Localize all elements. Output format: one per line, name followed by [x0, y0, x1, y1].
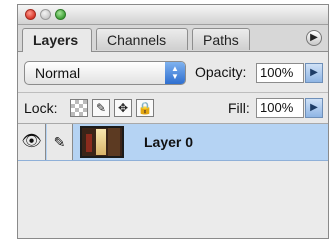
fill-stepper-button[interactable]: ▶	[305, 98, 323, 118]
opacity-input[interactable]: 100%	[256, 63, 304, 83]
tab-layers[interactable]: Layers	[22, 28, 92, 52]
fill-label: Fill:	[228, 100, 250, 116]
lock-label: Lock:	[24, 100, 58, 116]
up-down-chevrons-icon: ▲ ▼	[165, 62, 185, 84]
thumbnail-detail-red	[86, 134, 92, 152]
tab-strip: Layers Channels Paths ▶	[18, 25, 328, 52]
lock-transparency-icon[interactable]	[70, 99, 88, 117]
close-window-button[interactable]	[25, 9, 36, 20]
opacity-stepper-button[interactable]: ▶	[305, 63, 323, 83]
opacity-label: Opacity:	[195, 64, 247, 80]
tab-paths[interactable]: Paths	[192, 28, 250, 50]
blend-mode-select[interactable]: Normal ▲ ▼	[24, 61, 186, 85]
panel-menu-button[interactable]: ▶	[306, 30, 322, 46]
lock-fill-row: Lock: ✎ ✥ 🔒 Fill: 100% ▶	[18, 93, 328, 124]
lock-padlock-icon[interactable]: 🔒	[136, 99, 154, 117]
lock-brush-icon[interactable]: ✎	[92, 99, 110, 117]
layers-panel: Layers Channels Paths ▶ Normal ▲ ▼ Opacit…	[17, 4, 329, 239]
thumbnail-detail-dark	[108, 128, 120, 156]
thumbnail-detail-glow	[96, 129, 106, 155]
layer-row[interactable]: 👁 ✎ Layer 0	[18, 124, 328, 161]
right-arrow-icon: ▶	[310, 102, 318, 113]
layer-name[interactable]: Layer 0	[144, 134, 193, 150]
right-arrow-icon: ▶	[310, 67, 318, 78]
fill-input[interactable]: 100%	[256, 98, 304, 118]
title-bar	[18, 5, 328, 25]
brush-icon[interactable]: ✎	[47, 124, 73, 160]
tab-channels[interactable]: Channels	[96, 28, 188, 50]
zoom-window-button[interactable]	[55, 9, 66, 20]
layer-thumbnail[interactable]	[80, 126, 124, 158]
eye-icon[interactable]: 👁	[18, 124, 46, 160]
layers-empty-area	[18, 161, 328, 238]
blend-mode-value: Normal	[35, 65, 81, 81]
lock-move-icon[interactable]: ✥	[114, 99, 132, 117]
blend-opacity-row: Normal ▲ ▼ Opacity: 100% ▶	[18, 52, 328, 93]
minimize-window-button[interactable]	[40, 9, 51, 20]
play-triangle-icon: ▶	[310, 32, 318, 43]
